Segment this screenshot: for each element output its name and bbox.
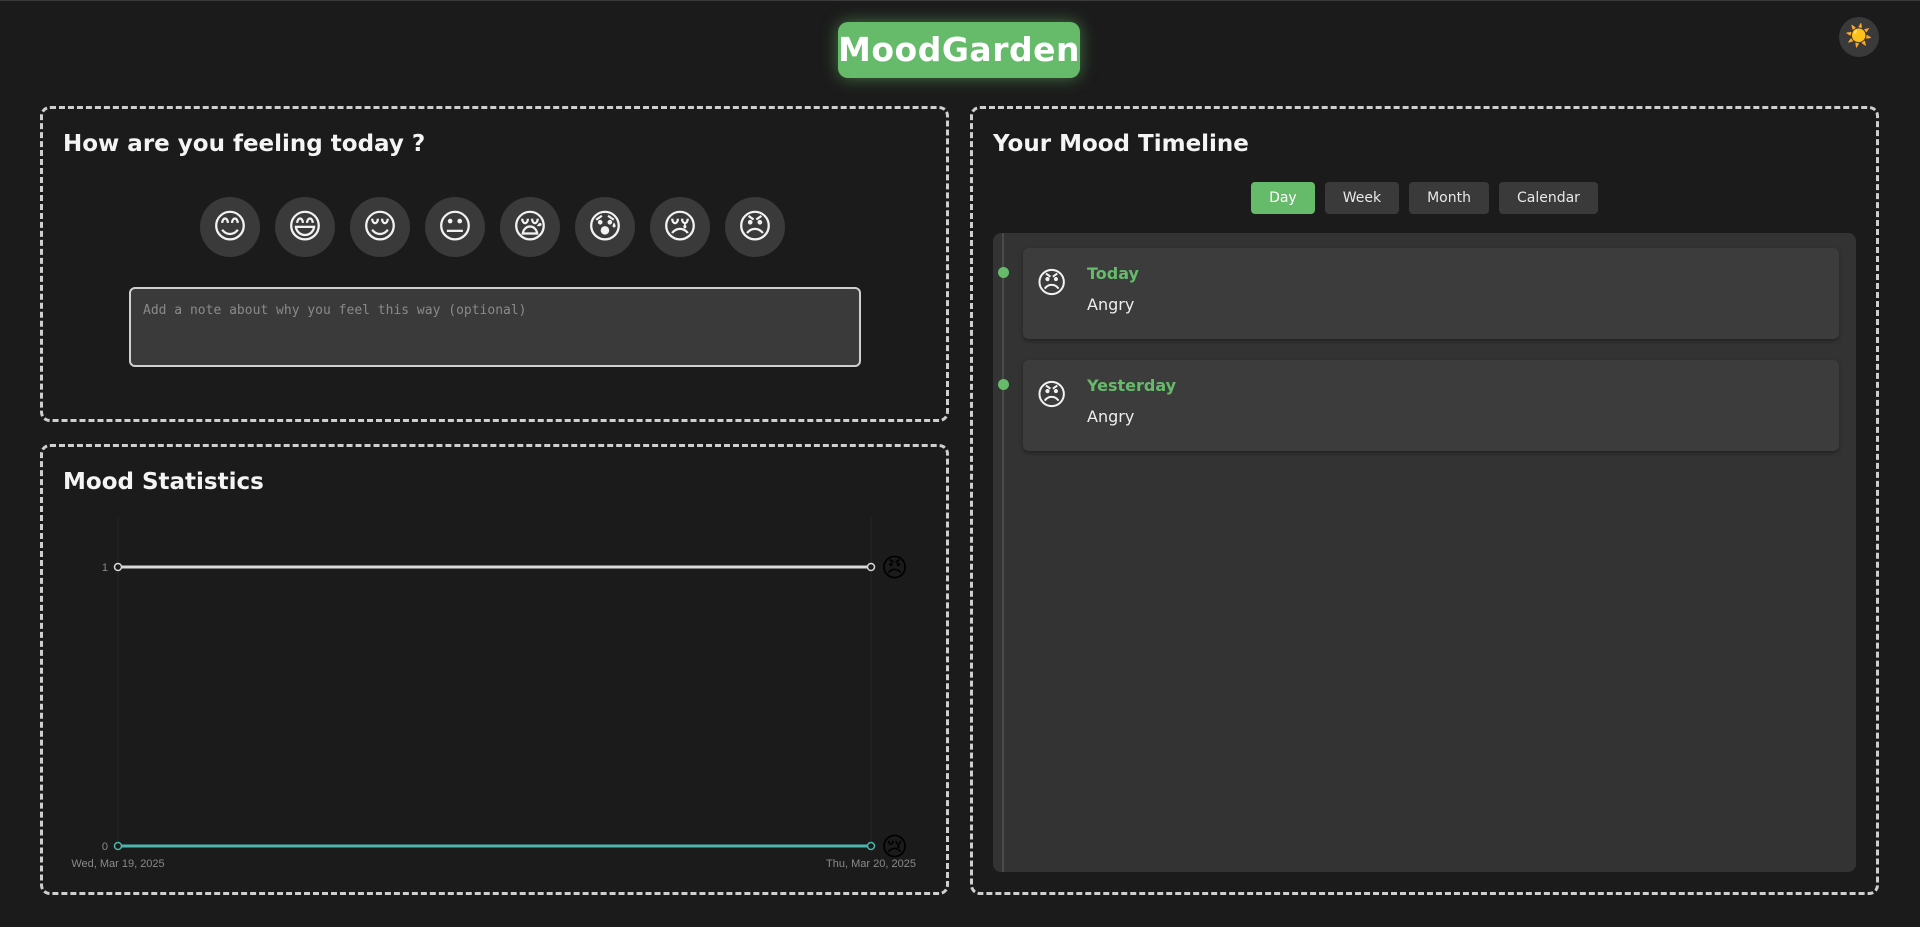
timeline-entry[interactable]: 😠 Today Angry xyxy=(1023,248,1839,339)
mood-button-smiling[interactable]: 😊 xyxy=(200,197,260,257)
angry-face-icon: 😠 xyxy=(1036,266,1068,301)
mood-button-relieved[interactable]: 😌 xyxy=(350,197,410,257)
grinning-face-icon: 😄 xyxy=(287,207,323,247)
timeline-dot xyxy=(998,267,1009,278)
chart-point xyxy=(866,841,876,851)
mood-button-neutral[interactable]: 😐 xyxy=(425,197,485,257)
mood-button-sleepy[interactable]: 😪 xyxy=(500,197,560,257)
timeline-view-tabs: Day Week Month Calendar xyxy=(973,182,1876,214)
app-logo: MoodGarden xyxy=(838,22,1080,78)
timeline-rail xyxy=(1002,233,1004,872)
chart-series-emoji-label: 😠 xyxy=(881,554,908,584)
crying-face-icon: 😢 xyxy=(662,207,698,247)
chart-point xyxy=(113,841,123,851)
entry-day: Yesterday xyxy=(1087,376,1177,395)
chart-point xyxy=(113,562,123,572)
anxious-face-icon: 😰 xyxy=(587,207,623,247)
mood-button-grinning[interactable]: 😄 xyxy=(275,197,335,257)
entry-day: Today xyxy=(1087,264,1139,283)
tab-calendar[interactable]: Calendar xyxy=(1498,182,1598,214)
chart-y-tick-label: 0 xyxy=(102,841,108,853)
mood-statistics-panel: Mood Statistics 0 1 Wed, Mar 19, 2025 Thu, … xyxy=(40,444,949,895)
chart-point xyxy=(866,562,876,572)
chart-x-tick-label: Wed, Mar 19, 2025 xyxy=(71,858,164,870)
timeline-title: Your Mood Timeline xyxy=(993,131,1249,157)
timeline-dot xyxy=(998,379,1009,390)
chart-series-emoji-label: 😢 xyxy=(881,833,908,863)
sleepy-face-icon: 😪 xyxy=(512,207,548,247)
entry-mood: Angry xyxy=(1087,407,1135,426)
mood-picker: 😊 😄 😌 😐 😪 😰 😢 😠 xyxy=(200,197,785,257)
mood-note-input[interactable] xyxy=(129,287,861,367)
mood-button-crying[interactable]: 😢 xyxy=(650,197,710,257)
timeline-list: 😠 Today Angry 😠 Yesterday Angry xyxy=(993,233,1856,872)
mood-chart: 01Wed, Mar 19, 2025 Thu, Mar 20, 2025😠😢 xyxy=(71,517,916,870)
angry-face-icon: 😠 xyxy=(737,207,773,247)
timeline-entry[interactable]: 😠 Yesterday Angry xyxy=(1023,360,1839,451)
smiling-face-icon: 😊 xyxy=(212,207,248,247)
relieved-face-icon: 😌 xyxy=(362,207,398,247)
mood-button-angry[interactable]: 😠 xyxy=(725,197,785,257)
angry-face-icon: 😠 xyxy=(1036,378,1068,413)
tab-week[interactable]: Week xyxy=(1324,182,1400,214)
chart-y-tick-label: 1 xyxy=(102,562,108,574)
checkin-title: How are you feeling today ? xyxy=(63,131,426,157)
mood-timeline-panel: Your Mood Timeline Day Week Month Calend… xyxy=(970,106,1879,895)
mood-checkin-panel: How are you feeling today ? 😊 😄 😌 😐 😪 😰 … xyxy=(40,106,949,422)
tab-day[interactable]: Day xyxy=(1251,182,1315,214)
tab-month[interactable]: Month xyxy=(1409,182,1489,214)
neutral-face-icon: 😐 xyxy=(437,207,473,247)
theme-toggle-sun-icon[interactable]: ☀️ xyxy=(1839,17,1879,57)
mood-button-anxious[interactable]: 😰 xyxy=(575,197,635,257)
entry-mood: Angry xyxy=(1087,295,1135,314)
